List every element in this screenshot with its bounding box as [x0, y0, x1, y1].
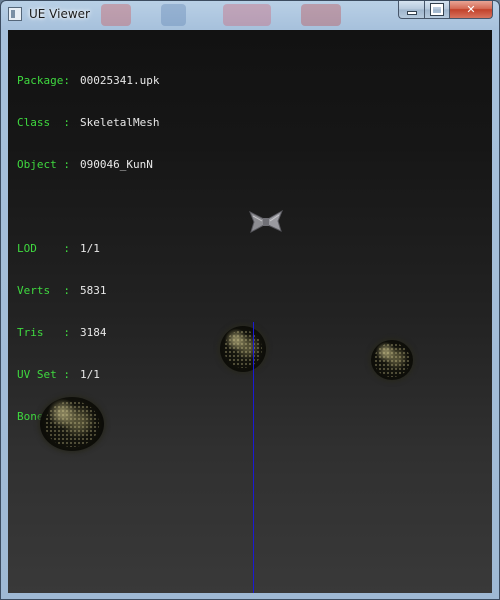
info-label: Class :: [17, 116, 70, 129]
minimize-icon: [406, 10, 417, 15]
info-label: Tris :: [17, 326, 70, 339]
close-button[interactable]: ✕: [450, 1, 493, 19]
vertical-axis-line: [253, 322, 254, 593]
info-label: Verts :: [17, 284, 70, 297]
info-label: Package:: [17, 74, 70, 87]
info-value: 00025341.upk: [80, 74, 160, 87]
sphere-mesh-right: [371, 340, 413, 380]
info-value: 090046_KunN: [80, 158, 153, 171]
bow-mesh: [249, 210, 283, 234]
info-value: 1/1: [80, 368, 100, 381]
caption-buttons: ✕: [398, 1, 493, 20]
info-row-lod: LOD : 1/1: [17, 242, 159, 256]
info-value: SkeletalMesh: [80, 116, 160, 129]
info-row-verts: Verts : 5831: [17, 284, 159, 298]
info-value: 1/1: [80, 242, 100, 255]
info-value: 3184: [80, 326, 107, 339]
maximize-button[interactable]: [424, 1, 450, 19]
info-label: UV Set :: [17, 368, 70, 381]
sphere-mesh-left: [40, 397, 104, 451]
info-label: LOD :: [17, 242, 70, 255]
title-bar[interactable]: UE Viewer ✕: [1, 1, 499, 31]
info-row-package: Package: 00025341.upk: [17, 74, 159, 88]
3d-viewport[interactable]: Package: 00025341.upk Class : SkeletalMesh…: [8, 30, 492, 593]
minimize-button[interactable]: [398, 1, 424, 19]
mesh-info-overlay: Package: 00025341.upk Class : SkeletalMesh…: [17, 46, 159, 452]
info-row-object: Object : 090046_KunN: [17, 158, 159, 172]
info-value: 5831: [80, 284, 107, 297]
app-window-icon[interactable]: [8, 7, 22, 21]
close-icon: ✕: [466, 3, 476, 16]
info-row-uvset: UV Set : 1/1: [17, 368, 159, 382]
info-row-tris: Tris : 3184: [17, 326, 159, 340]
window-title: UE Viewer: [29, 7, 90, 21]
app-window: UE Viewer ✕ Package: 00025341.upk Class :…: [0, 0, 500, 600]
sphere-mesh-center: [220, 326, 266, 372]
info-row-class: Class : SkeletalMesh: [17, 116, 159, 130]
maximize-icon: [430, 3, 444, 16]
info-label: Object :: [17, 158, 70, 171]
